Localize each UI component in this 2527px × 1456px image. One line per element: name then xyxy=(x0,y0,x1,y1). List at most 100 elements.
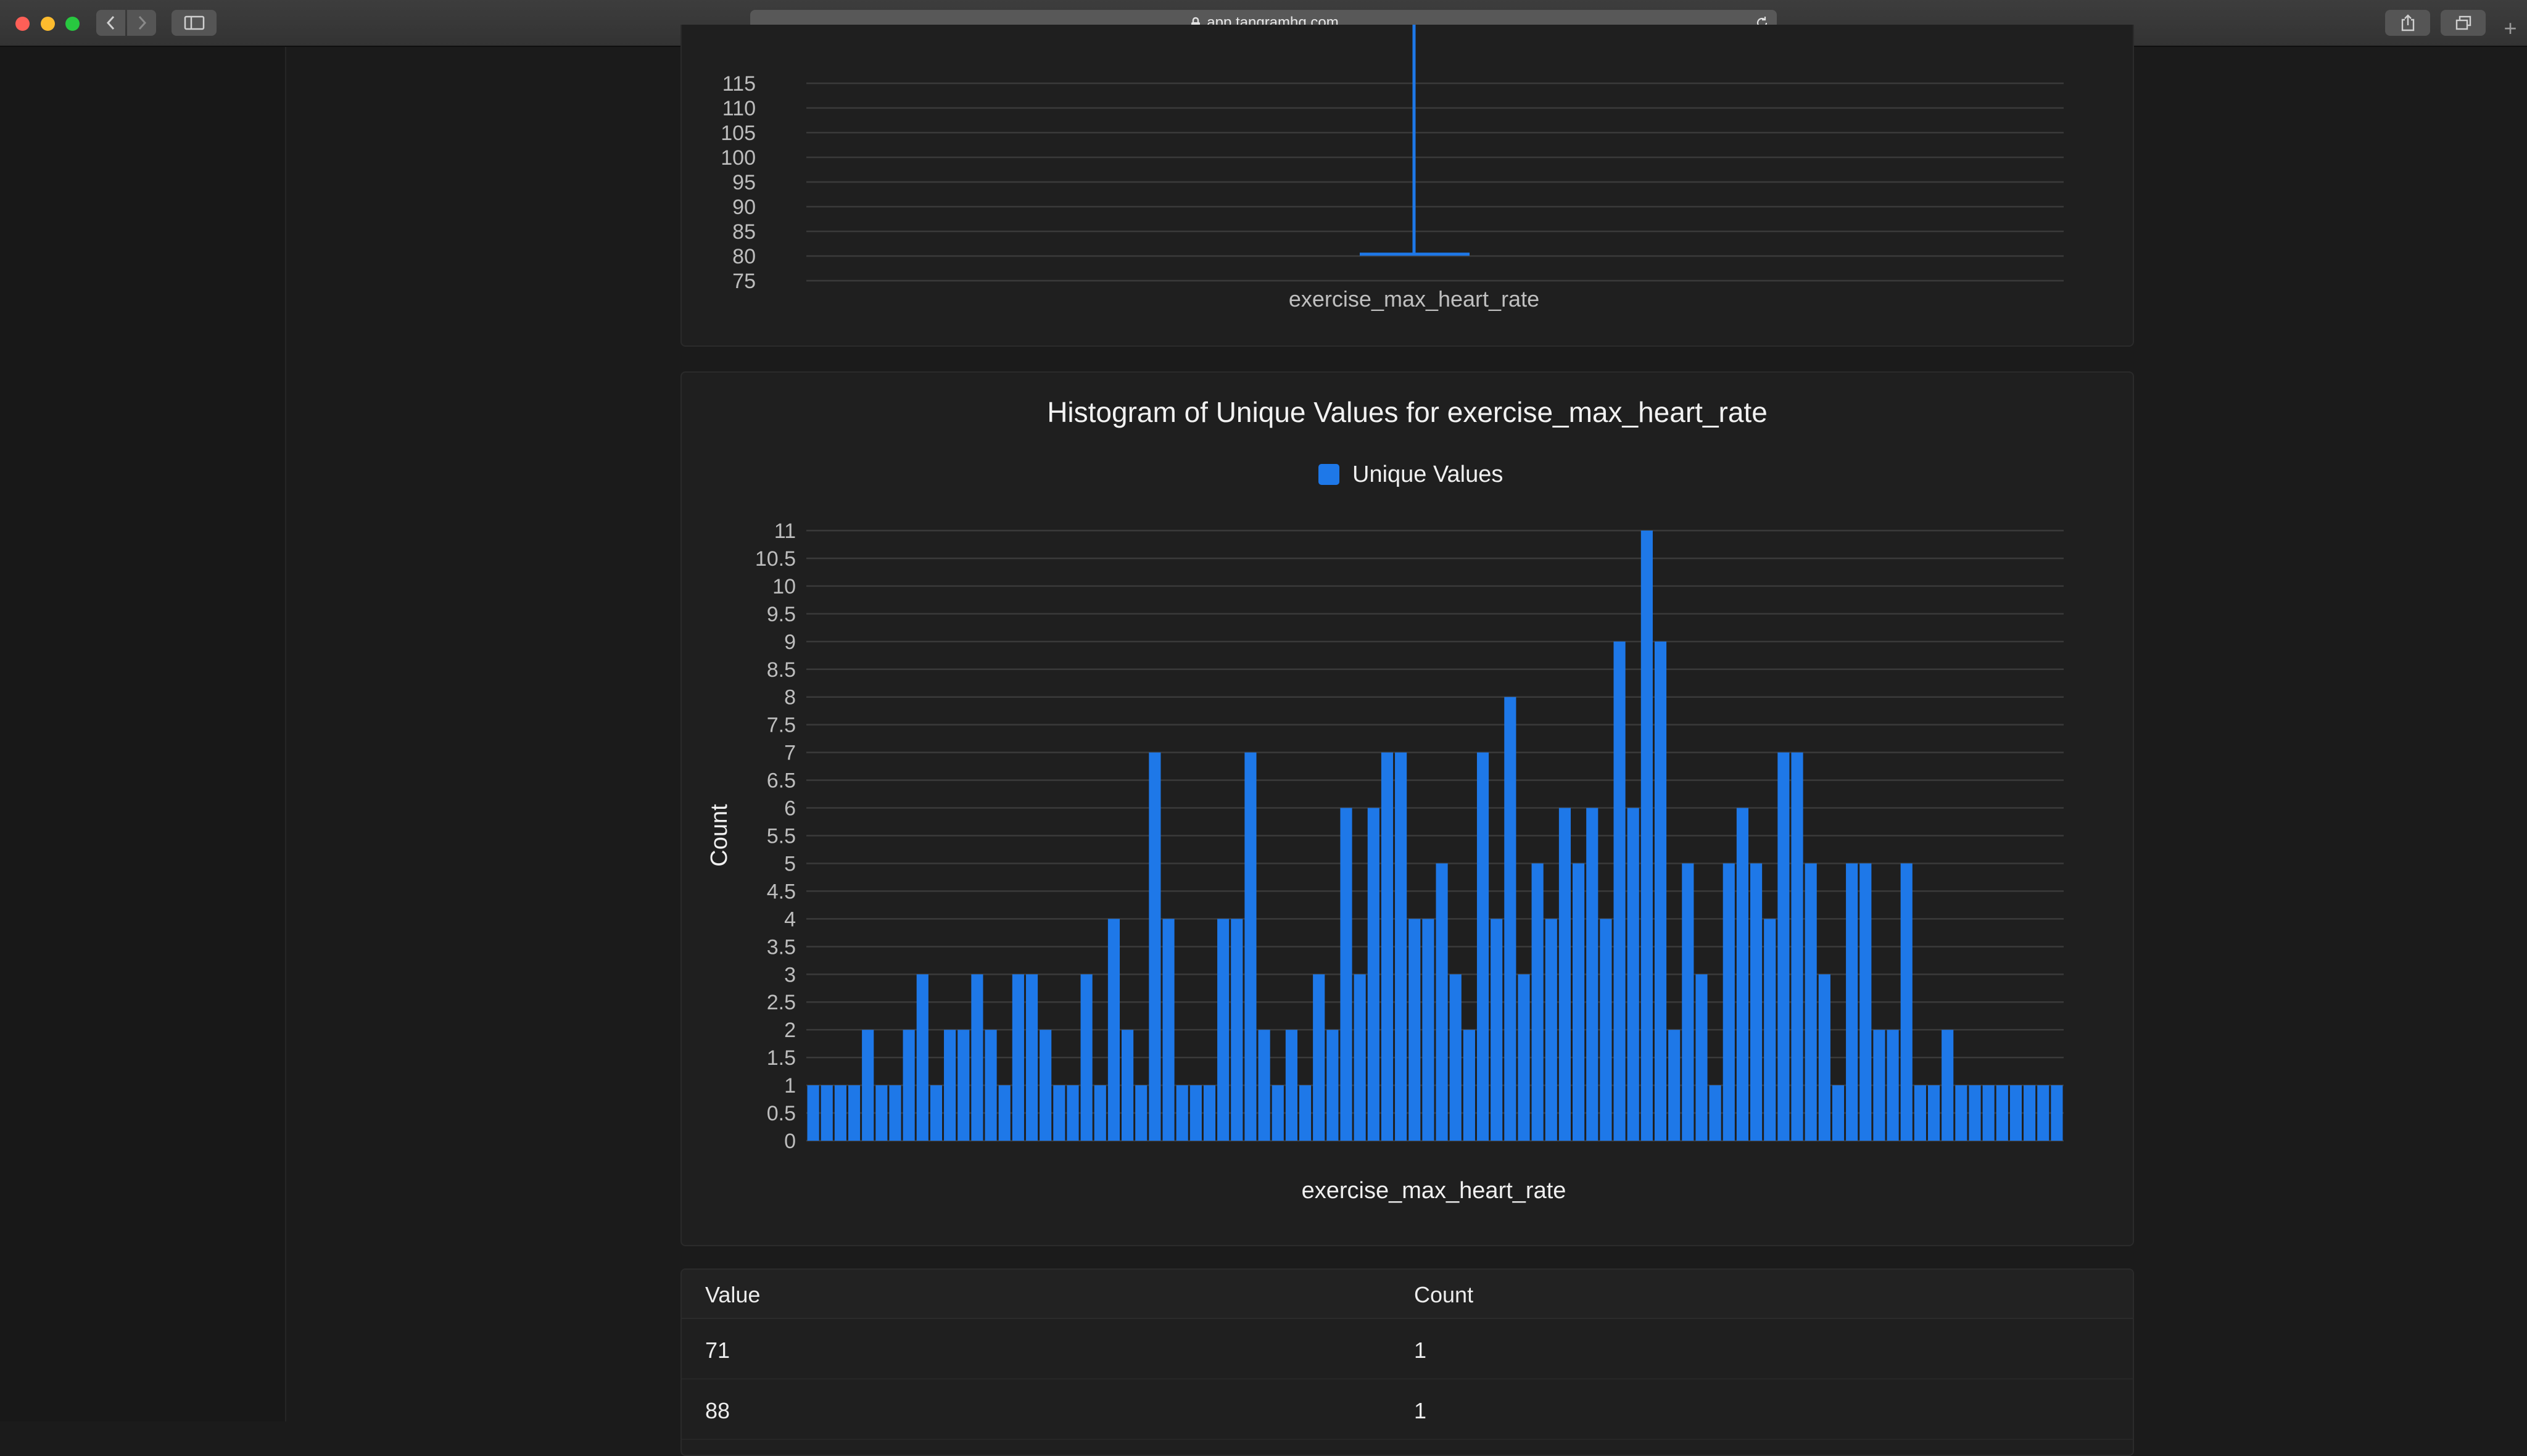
histogram-bar[interactable] xyxy=(1640,531,1653,1141)
histogram-bar[interactable] xyxy=(807,1085,819,1141)
histogram-bar[interactable] xyxy=(1476,752,1489,1141)
histogram-bar[interactable] xyxy=(1463,1030,1475,1141)
histogram-bar[interactable] xyxy=(1832,1085,1845,1141)
histogram-bar[interactable] xyxy=(1695,974,1708,1141)
histogram-bar[interactable] xyxy=(1558,808,1571,1141)
histogram-bar[interactable] xyxy=(1600,919,1612,1141)
histogram-bar[interactable] xyxy=(1422,919,1434,1141)
histogram-bar[interactable] xyxy=(1777,752,1790,1141)
forward-button[interactable] xyxy=(127,10,156,36)
histogram-bar[interactable] xyxy=(848,1085,861,1141)
histogram-bar[interactable] xyxy=(1531,863,1544,1141)
histogram-bar[interactable] xyxy=(1436,863,1448,1141)
histogram-bar[interactable] xyxy=(1900,863,1913,1141)
histogram-bar[interactable] xyxy=(1491,919,1503,1141)
histogram-bar[interactable] xyxy=(1449,974,1462,1141)
histogram-bar[interactable] xyxy=(1162,919,1175,1141)
histogram-bar[interactable] xyxy=(875,1085,888,1141)
histogram-bar[interactable] xyxy=(1408,919,1421,1141)
histogram-bar[interactable] xyxy=(1313,974,1325,1141)
histogram-bar[interactable] xyxy=(1982,1085,1995,1141)
histogram-bar[interactable] xyxy=(1299,1085,1312,1141)
histogram-bar[interactable] xyxy=(1654,641,1667,1141)
histogram-bar[interactable] xyxy=(1258,1030,1270,1141)
histogram-bar[interactable] xyxy=(1859,863,1872,1141)
histogram-bar[interactable] xyxy=(1203,1085,1216,1141)
histogram-bar[interactable] xyxy=(1750,863,1763,1141)
histogram-bar[interactable] xyxy=(862,1030,874,1141)
histogram-bar[interactable] xyxy=(1873,1030,1885,1141)
histogram-bar[interactable] xyxy=(971,974,983,1141)
histogram-bar[interactable] xyxy=(1354,974,1366,1141)
histogram-bar[interactable] xyxy=(1012,974,1024,1141)
histogram-bar[interactable] xyxy=(916,974,928,1141)
histogram-bar[interactable] xyxy=(1189,1085,1202,1141)
histogram-bar[interactable] xyxy=(1107,919,1120,1141)
minimize-window-button[interactable] xyxy=(41,17,55,31)
histogram-bar[interactable] xyxy=(1942,1030,1954,1141)
histogram-bar[interactable] xyxy=(1217,919,1230,1141)
histogram-bar[interactable] xyxy=(1244,752,1257,1141)
histogram-bar[interactable] xyxy=(1135,1085,1148,1141)
histogram-bar[interactable] xyxy=(1764,919,1776,1141)
histogram-bar[interactable] xyxy=(821,1085,833,1141)
histogram-bar[interactable] xyxy=(1818,974,1830,1141)
histogram-bar[interactable] xyxy=(1723,863,1735,1141)
histogram-bar[interactable] xyxy=(1545,919,1557,1141)
new-tab-icon[interactable]: + xyxy=(2498,16,2523,41)
histogram-bar[interactable] xyxy=(1122,1030,1134,1141)
histogram-bar[interactable] xyxy=(2037,1085,2049,1141)
histogram-bar[interactable] xyxy=(834,1085,846,1141)
histogram-bar[interactable] xyxy=(1367,808,1379,1141)
histogram-bar[interactable] xyxy=(903,1030,915,1141)
histogram-bar[interactable] xyxy=(1846,863,1858,1141)
back-button[interactable] xyxy=(96,10,125,36)
chart-legend[interactable]: Unique Values xyxy=(1318,461,1503,487)
histogram-bar[interactable] xyxy=(944,1030,956,1141)
histogram-bar[interactable] xyxy=(985,1030,997,1141)
histogram-bar[interactable] xyxy=(1996,1085,2008,1141)
tab-overview-button[interactable] xyxy=(2441,10,2486,36)
histogram-bar[interactable] xyxy=(1149,752,1161,1141)
histogram-bar[interactable] xyxy=(930,1085,943,1141)
histogram-bar[interactable] xyxy=(1272,1085,1284,1141)
histogram-bar[interactable] xyxy=(1668,1030,1681,1141)
histogram-bar[interactable] xyxy=(1326,1030,1339,1141)
histogram-bar[interactable] xyxy=(1927,1085,1940,1141)
histogram-bar[interactable] xyxy=(2051,1085,2063,1141)
histogram-bar[interactable] xyxy=(1067,1085,1079,1141)
histogram-bar[interactable] xyxy=(957,1030,970,1141)
histogram-bar[interactable] xyxy=(1805,863,1817,1141)
sidebar-toggle-button[interactable] xyxy=(172,10,217,36)
histogram-bar[interactable] xyxy=(1586,808,1599,1141)
zoom-window-button[interactable] xyxy=(65,17,80,31)
histogram-bar[interactable] xyxy=(1573,863,1585,1141)
histogram-bar[interactable] xyxy=(1340,808,1352,1141)
histogram-bar[interactable] xyxy=(1955,1085,1967,1141)
close-window-button[interactable] xyxy=(15,17,30,31)
histogram-bar[interactable] xyxy=(1682,863,1694,1141)
column-header-count[interactable]: Count xyxy=(1414,1282,1473,1308)
histogram-bar[interactable] xyxy=(1791,752,1803,1141)
histogram-bar[interactable] xyxy=(1395,752,1407,1141)
histogram-bar[interactable] xyxy=(1176,1085,1188,1141)
histogram-bar[interactable] xyxy=(889,1085,901,1141)
histogram-bar[interactable] xyxy=(1025,974,1038,1141)
histogram-bar[interactable] xyxy=(1094,1085,1106,1141)
histogram-bar[interactable] xyxy=(1627,808,1639,1141)
histogram-bar[interactable] xyxy=(1736,808,1748,1141)
histogram-bar[interactable] xyxy=(1613,641,1626,1141)
share-button[interactable] xyxy=(2385,10,2430,36)
histogram-bar[interactable] xyxy=(2024,1085,2036,1141)
histogram-bar[interactable] xyxy=(1040,1030,1052,1141)
histogram-bar[interactable] xyxy=(1518,974,1530,1141)
histogram-bar[interactable] xyxy=(1381,752,1394,1141)
histogram-bar[interactable] xyxy=(2009,1085,2022,1141)
histogram-bar[interactable] xyxy=(1053,1085,1065,1141)
histogram-bar[interactable] xyxy=(1080,974,1093,1141)
histogram-bar[interactable] xyxy=(998,1085,1011,1141)
histogram-bar[interactable] xyxy=(1285,1030,1297,1141)
histogram-bar[interactable] xyxy=(1504,697,1516,1141)
histogram-bar[interactable] xyxy=(1887,1030,1899,1141)
column-header-value[interactable]: Value xyxy=(705,1282,760,1308)
